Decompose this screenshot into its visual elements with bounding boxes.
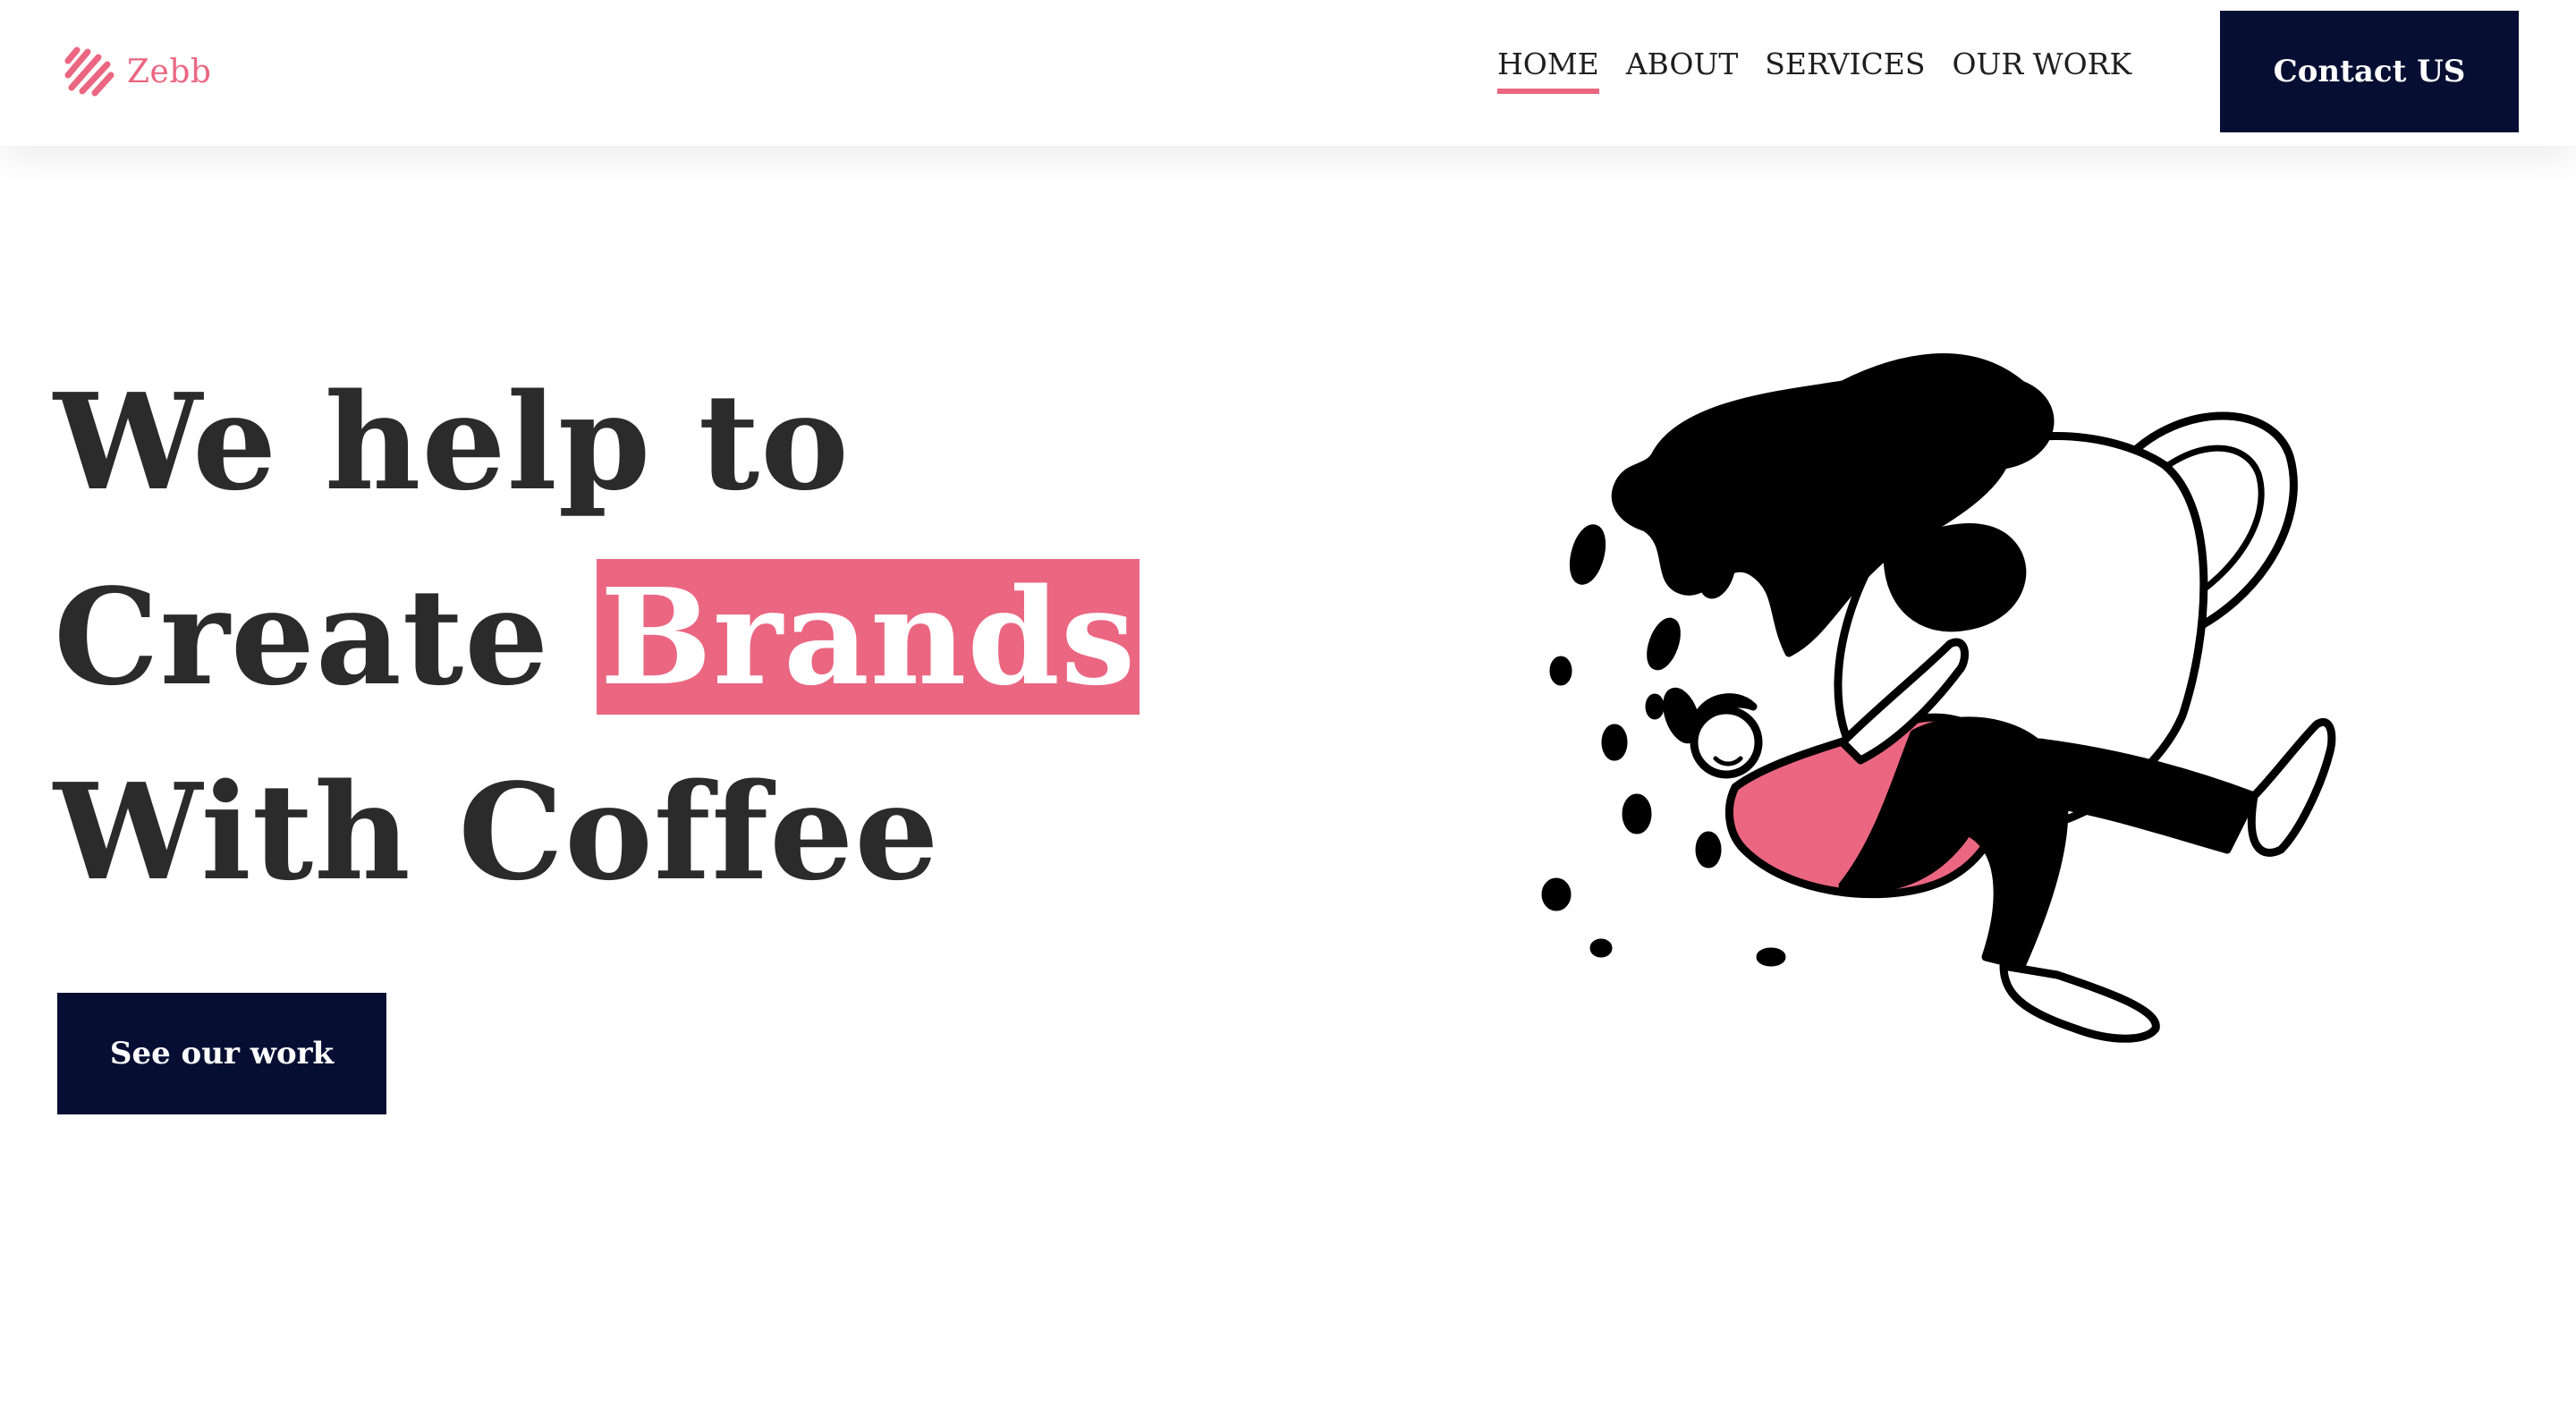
hero-line-2-prefix: Create xyxy=(54,559,597,715)
contact-us-button[interactable]: Contact US xyxy=(2220,11,2519,132)
hero-line-3: With Coffee xyxy=(54,754,940,910)
nav-item-about[interactable]: ABOUT xyxy=(1626,47,1739,94)
zebb-stripes-logo-icon xyxy=(63,47,114,97)
site-header: Zebb HOME ABOUT SERVICES OUR WORK Contac… xyxy=(0,0,2576,146)
nav-item-services[interactable]: SERVICES xyxy=(1765,47,1925,94)
hero-line-2: Create Brands xyxy=(54,539,1140,734)
nav-item-home[interactable]: HOME xyxy=(1497,47,1599,94)
hero-highlight-brands: Brands xyxy=(596,559,1140,715)
coffee-illustration xyxy=(1503,349,2478,1100)
logo-text: Zebb xyxy=(127,53,212,90)
logo[interactable]: Zebb xyxy=(63,45,211,98)
main-nav: HOME ABOUT SERVICES OUR WORK xyxy=(1497,47,2131,94)
nav-item-our-work[interactable]: OUR WORK xyxy=(1952,47,2131,94)
hero-line-1: We help to xyxy=(54,364,850,520)
hero-heading: We help to Create Brands With Coffee xyxy=(54,344,1140,929)
see-our-work-button[interactable]: See our work xyxy=(57,993,386,1114)
